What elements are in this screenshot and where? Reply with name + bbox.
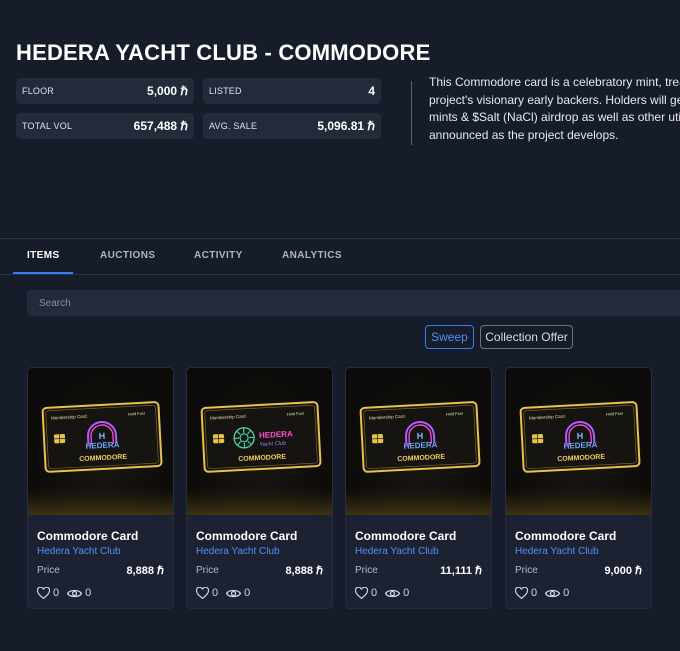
view-count: 0 — [563, 587, 570, 599]
card-logo-text: HEDERA — [259, 429, 293, 440]
tab-items[interactable]: ITEMS — [27, 250, 60, 261]
item-collection-link[interactable]: Hedera Yacht Club — [515, 546, 599, 557]
card-logo-text: HEDERA — [85, 440, 119, 451]
item-name[interactable]: Commodore Card — [196, 529, 297, 543]
tab-auctions[interactable]: AUCTIONS — [100, 250, 155, 261]
item-collection-link[interactable]: Hedera Yacht Club — [196, 546, 280, 557]
eye-icon — [226, 588, 242, 599]
like-count: 0 — [53, 587, 60, 599]
like-count: 0 — [371, 587, 378, 599]
item-price-label: Price — [196, 565, 219, 576]
stat-floor-label: FLOOR — [22, 86, 55, 96]
eye-icon — [67, 588, 83, 599]
item-social: 0 0 — [196, 587, 258, 599]
description-line: announced as the project develops. — [429, 127, 619, 142]
sweep-button[interactable]: Sweep — [425, 325, 474, 349]
like-count: 0 — [212, 587, 219, 599]
tabs-top-divider — [0, 238, 680, 239]
item-price-label: Price — [37, 565, 60, 576]
collection-header: HEDERA YACHT CLUB - COMMODORE FLOOR 5,00… — [0, 0, 680, 238]
card-logo-text: HEDERA — [563, 440, 597, 451]
card-holdfast-text: Hold Fast — [446, 411, 464, 417]
heart-icon[interactable] — [196, 587, 209, 599]
tab-analytics[interactable]: ANALYTICS — [282, 250, 342, 261]
item-name[interactable]: Commodore Card — [37, 529, 138, 543]
view-count: 0 — [403, 587, 410, 599]
view-count: 0 — [244, 587, 251, 599]
card-logo-text: H — [98, 431, 105, 441]
item-collection-link[interactable]: Hedera Yacht Club — [355, 546, 439, 557]
stat-avg-sale: AVG. SALE 5,096.81 ℏ — [203, 113, 381, 139]
heart-icon[interactable] — [515, 587, 528, 599]
item-social: 0 0 — [515, 587, 577, 599]
stat-total-vol-value: 657,488 ℏ — [133, 119, 188, 133]
item-price-value: 11,111 ℏ — [440, 565, 482, 577]
item-social: 0 0 — [355, 587, 417, 599]
header-divider — [411, 81, 412, 145]
eye-icon — [385, 588, 401, 599]
item-price-value: 8,888 ℏ — [126, 565, 164, 577]
card-holdfast-text: Hold Fast — [128, 411, 146, 417]
tabs-bottom-divider — [0, 274, 680, 275]
stat-listed-value: 4 — [368, 84, 375, 98]
stat-listed-label: LISTED — [209, 86, 242, 96]
item-name[interactable]: Commodore Card — [515, 529, 616, 543]
card-holdfast-text: Hold Fast — [606, 411, 624, 417]
like-count: 0 — [531, 587, 538, 599]
card-logo-text: H — [416, 431, 423, 441]
description-line: mints & $Salt (NaCl) airdrop as well as … — [429, 110, 680, 124]
stat-total-vol-label: TOTAL VOL — [22, 121, 73, 131]
item-social: 0 0 — [37, 587, 99, 599]
item-collection-link[interactable]: Hedera Yacht Club — [37, 546, 121, 557]
item-name[interactable]: Commodore Card — [355, 529, 456, 543]
eye-icon — [545, 588, 561, 599]
heart-icon[interactable] — [355, 587, 368, 599]
item-image[interactable]: Membership Card Hold Fast H HEDERA COMMO… — [506, 368, 651, 515]
item-image[interactable]: Membership Card Hold Fast HEDERA Yacht C… — [187, 368, 332, 515]
collection-title: HEDERA YACHT CLUB - COMMODORE — [16, 40, 431, 65]
stat-total-vol: TOTAL VOL 657,488 ℏ — [16, 113, 194, 139]
stat-floor: FLOOR 5,000 ℏ — [16, 78, 194, 104]
description-line: This Commodore card is a celebratory min… — [429, 75, 680, 89]
stat-floor-value: 5,000 ℏ — [147, 84, 188, 98]
tab-activity[interactable]: ACTIVITY — [194, 250, 243, 261]
item-card[interactable]: Membership Card Hold Fast H HEDERA COMMO… — [505, 367, 652, 609]
collection-offer-button[interactable]: Collection Offer — [480, 325, 573, 349]
item-image[interactable]: Membership Card Hold Fast H HEDERA COMMO… — [28, 368, 173, 515]
item-card[interactable]: Membership Card Hold Fast H HEDERA COMMO… — [345, 367, 492, 609]
item-card[interactable]: Membership Card Hold Fast HEDERA Yacht C… — [186, 367, 333, 609]
stat-listed: LISTED 4 — [203, 78, 381, 104]
item-price-label: Price — [515, 565, 538, 576]
item-price-label: Price — [355, 565, 378, 576]
view-count: 0 — [85, 587, 92, 599]
stat-avg-sale-label: AVG. SALE — [209, 121, 258, 131]
stat-avg-sale-value: 5,096.81 ℏ — [317, 119, 375, 133]
search-input[interactable] — [27, 290, 680, 316]
item-card[interactable]: Membership Card Hold Fast H HEDERA COMMO… — [27, 367, 174, 609]
card-logo-text: H — [576, 431, 583, 441]
card-logo-text: HEDERA — [403, 440, 437, 451]
description-line: project's visionary early backers. Holde… — [429, 92, 680, 107]
card-holdfast-text: Hold Fast — [287, 411, 305, 417]
heart-icon[interactable] — [37, 587, 50, 599]
item-price-value: 8,888 ℏ — [285, 565, 323, 577]
collection-description: This Commodore card is a celebratory min… — [429, 74, 680, 144]
item-image[interactable]: Membership Card Hold Fast H HEDERA COMMO… — [346, 368, 491, 515]
item-price-value: 9,000 ℏ — [604, 565, 642, 577]
